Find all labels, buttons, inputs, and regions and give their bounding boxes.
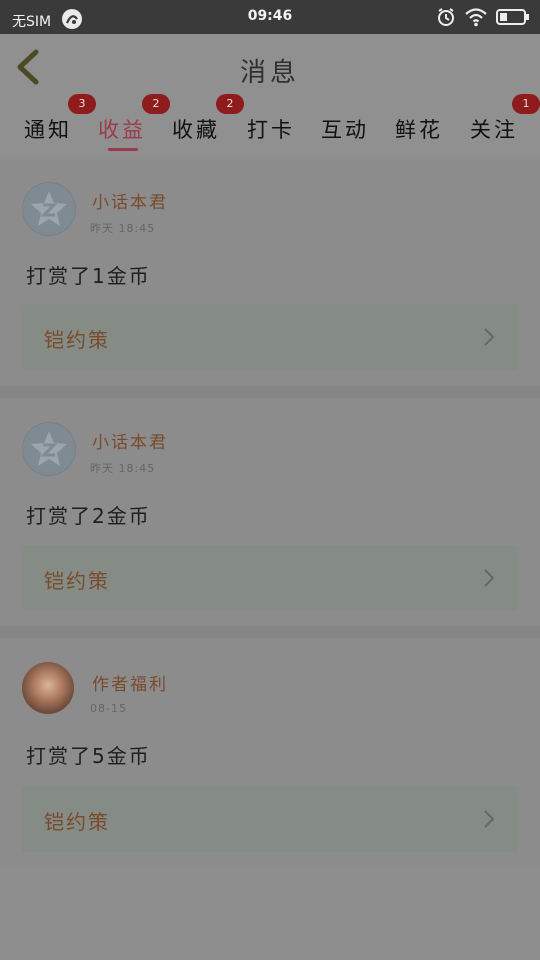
chevron-right-icon	[482, 567, 496, 593]
avatar[interactable]	[22, 662, 74, 714]
tab-checkin[interactable]: 打卡	[247, 114, 295, 144]
username[interactable]: 小话本君	[92, 188, 168, 213]
tab-label: 互动	[321, 118, 369, 142]
message-text: 打赏了5金币	[26, 744, 151, 768]
default-avatar-icon	[24, 184, 74, 234]
tab-interactions[interactable]: 互动	[321, 114, 369, 144]
message-time: 昨天 18:45	[90, 222, 156, 235]
tab-label: 收藏	[172, 118, 220, 142]
linked-book-title: 铠约策	[44, 328, 110, 352]
tab-flowers[interactable]: 鲜花	[395, 114, 443, 144]
tab-label: 收益	[98, 118, 146, 142]
page-title: 消息	[239, 58, 300, 88]
tab-favorites[interactable]: 2 收藏	[172, 94, 244, 144]
chevron-right-icon	[482, 808, 496, 834]
message-card: 作者福利 08-15 打赏了5金币 铠约策	[0, 638, 540, 868]
tab-label: 关注	[470, 118, 518, 142]
linked-book-title: 铠约策	[44, 569, 110, 593]
card-separator	[0, 386, 540, 398]
tab-label: 通知	[24, 118, 72, 142]
linked-book-button[interactable]: 铠约策	[22, 545, 518, 611]
tab-badge: 1	[512, 94, 540, 114]
avatar[interactable]	[22, 182, 76, 236]
message-time: 昨天 18:45	[90, 462, 156, 475]
tab-follows[interactable]: 1 关注	[470, 94, 540, 144]
message-text: 打赏了2金币	[26, 504, 151, 528]
message-card: 小话本君 昨天 18:45 打赏了1金币 铠约策	[0, 160, 540, 386]
card-separator	[0, 626, 540, 638]
tab-badge: 2	[216, 94, 244, 114]
active-tab-indicator	[108, 148, 138, 151]
chevron-right-icon	[482, 326, 496, 352]
message-time: 08-15	[90, 702, 127, 715]
default-avatar-icon	[24, 424, 74, 474]
tab-earnings[interactable]: 2 收益	[98, 94, 170, 144]
battery-icon	[496, 8, 530, 30]
username[interactable]: 小话本君	[92, 428, 168, 453]
message-text: 打赏了1金币	[26, 264, 151, 288]
message-card: 小话本君 昨天 18:45 打赏了2金币 铠约策	[0, 398, 540, 626]
linked-book-button[interactable]: 铠约策	[22, 786, 518, 852]
tab-badge: 2	[142, 94, 170, 114]
app-header: 消息	[0, 34, 540, 101]
tab-label: 打卡	[247, 118, 295, 142]
linked-book-button[interactable]: 铠约策	[22, 304, 518, 370]
tab-label: 鲜花	[395, 118, 443, 142]
tab-badge: 3	[68, 94, 96, 114]
wifi-icon	[464, 7, 488, 31]
alarm-icon	[436, 7, 456, 31]
tab-bar: 3 通知 2 收益 2 收藏 打卡 互动 鲜花 1 关注	[0, 94, 540, 156]
status-bar: 无SIM 09:46	[0, 0, 540, 34]
username[interactable]: 作者福利	[92, 670, 168, 695]
linked-book-title: 铠约策	[44, 810, 110, 834]
avatar[interactable]	[22, 422, 76, 476]
tab-notifications[interactable]: 3 通知	[24, 94, 96, 144]
